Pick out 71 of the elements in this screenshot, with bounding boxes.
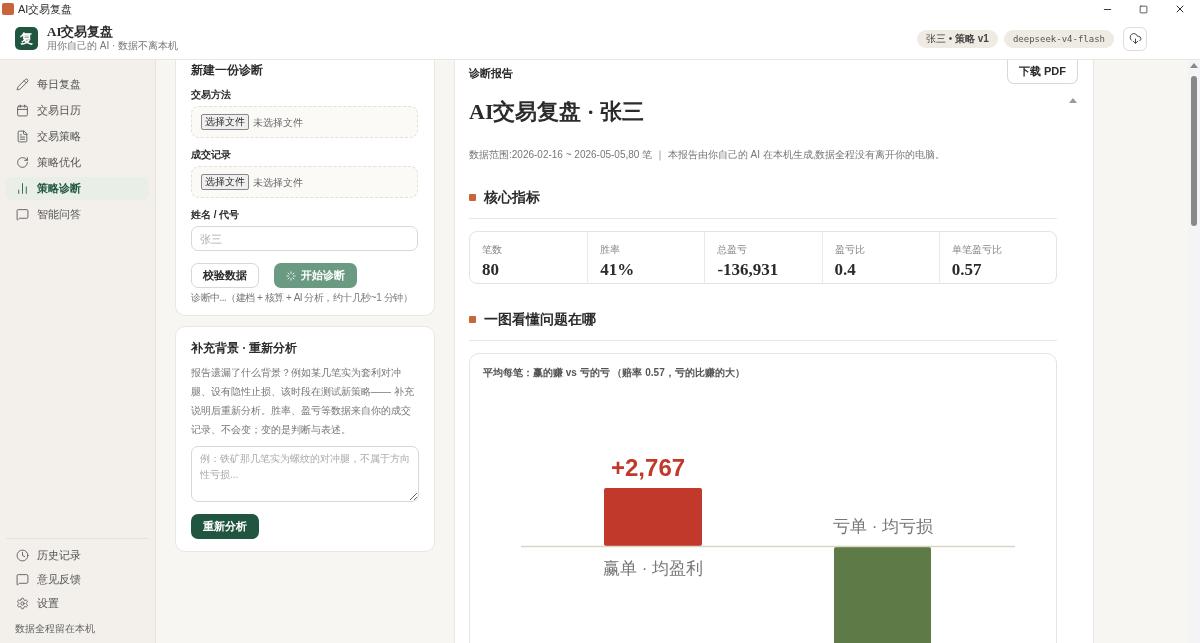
axis-label: 亏单 · 均亏损 — [833, 515, 934, 538]
card-description: 报告遗漏了什么背景？例如某几笔实为套利对冲腿、设有隐性止损、该时段在测试新策略—— 补充说明后重新分析。胜率、盈亏等数据来自你的成交记录、不会变；变的是判断与表述。 — [191, 366, 415, 437]
section-title: 一图看懂问题在哪 — [484, 310, 596, 329]
file-status: 未选择文件 — [253, 115, 303, 130]
reanalyze-button[interactable]: 重新分析 — [191, 514, 259, 539]
metric-value: 80 — [482, 259, 500, 281]
sidebar-item[interactable]: 设置 — [6, 593, 149, 614]
chat-bubble-icon — [16, 573, 29, 586]
validate-button[interactable]: 校验数据 — [191, 263, 259, 288]
pencil-icon — [16, 78, 29, 91]
metric-value: 0.57 — [951, 259, 983, 281]
data-label: +2,767 — [611, 452, 686, 483]
report-meta: 数据范围:2026-02-16 ~ 2026-05-05,80 笔 ｜ 本报告由你自己的 AI 在本机生成,数据全程没有离开你的电脑。 — [469, 148, 947, 162]
scroll-up-icon[interactable] — [1069, 98, 1077, 103]
app-logo: 复 — [15, 27, 38, 50]
metric-value: 0.4 — [834, 259, 857, 281]
field-label: 交易方法 — [191, 88, 232, 102]
app-icon — [2, 3, 14, 15]
download-pdf-button[interactable]: 下载 PDF — [1006, 60, 1078, 84]
maximize-icon[interactable] — [1139, 4, 1148, 14]
calendar-icon — [16, 104, 29, 117]
metric-label: 笔数 — [482, 243, 503, 257]
metric-label: 总盈亏 — [717, 243, 749, 257]
sidebar-item[interactable]: 每日复盘 — [6, 73, 149, 96]
document-icon — [16, 130, 29, 143]
background-input[interactable]: 例：铁矿那几笔实为螺纹的对冲腿，不属于方向性亏损... — [191, 446, 419, 502]
window-title: AI交易复盘 — [18, 1, 73, 17]
card-title: 新建一份诊断 — [191, 62, 263, 78]
metric-value: -136,931 — [717, 259, 780, 281]
profile-badge: 张三 • 策略 v1 — [916, 29, 998, 48]
close-icon[interactable] — [1174, 3, 1186, 15]
section-title: 核心指标 — [484, 189, 540, 207]
sidebar-item[interactable]: 交易日历 — [6, 99, 149, 122]
sidebar-item[interactable]: 智能问答 — [6, 203, 149, 226]
file-picker[interactable]: 选择文件 未选择文件 — [191, 106, 418, 138]
report-label: 诊断报告 — [469, 66, 513, 81]
chat-bubble-icon — [16, 208, 29, 221]
choose-file-button[interactable]: 选择文件 — [201, 114, 249, 130]
sidebar-item[interactable]: 历史记录 — [6, 545, 149, 566]
section-marker — [469, 194, 476, 201]
field-label: 成交记录 — [191, 148, 232, 162]
chart-title: 平均每笔：赢的赚 vs 亏的亏 （赔率 0.57，亏的比赚的大） — [483, 365, 746, 380]
metric-value: 41% — [600, 259, 636, 281]
section-marker — [469, 315, 476, 323]
metric-label: 单笔盈亏比 — [951, 243, 1003, 257]
status-text: 诊断中...（建档 + 核算 + AI 分析，约十几秒~1 分钟） — [191, 291, 414, 305]
cloud-download-button[interactable] — [1123, 26, 1147, 51]
card-title: 补充背景 · 重新分析 — [191, 340, 298, 357]
refresh-icon — [16, 156, 29, 169]
report-title: AI交易复盘 · 张三 — [469, 98, 645, 126]
spinner-icon — [286, 270, 296, 281]
sidebar-item[interactable]: 策略优化 — [6, 151, 149, 174]
sidebar-item[interactable]: 意见反馈 — [6, 569, 149, 590]
choose-file-button[interactable]: 选择文件 — [201, 174, 249, 190]
clock-icon — [16, 549, 29, 562]
axis-label: 赢单 · 均盈利 — [603, 557, 704, 580]
app-tagline: 用你自己的 AI · 数据不离本机 — [47, 40, 179, 53]
metric-label: 盈亏比 — [834, 243, 866, 257]
settings-icon — [16, 597, 29, 610]
file-status: 未选择文件 — [253, 175, 303, 190]
app-name: AI交易复盘 — [47, 24, 115, 41]
model-badge: deepseek-v4-flash — [1003, 29, 1114, 48]
cloud-download-icon — [1128, 32, 1142, 45]
privacy-note: 数据全程留在本机 — [14, 622, 96, 636]
sidebar-item[interactable]: 交易策略 — [6, 125, 149, 148]
metric-label: 胜率 — [600, 243, 622, 257]
field-label: 姓名 / 代号 — [191, 208, 241, 222]
scrollbar[interactable] — [1188, 60, 1200, 643]
sidebar-item[interactable]: 策略诊断 — [6, 177, 149, 200]
bar-chart-icon — [16, 182, 29, 195]
file-picker[interactable]: 选择文件 未选择文件 — [191, 166, 418, 198]
